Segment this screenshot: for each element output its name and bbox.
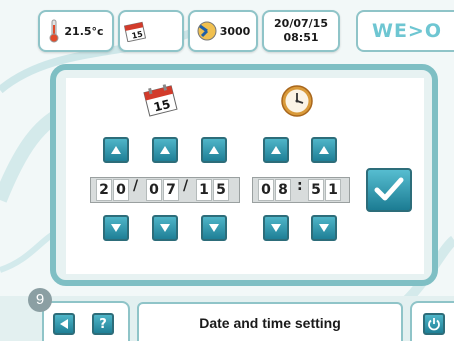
arrow-up-icon	[319, 146, 329, 154]
checkmark-icon	[374, 177, 404, 201]
time-digit: 5	[308, 179, 324, 201]
page-number-badge: 9	[28, 288, 52, 312]
power-value: 3000	[219, 24, 251, 38]
day-down-button[interactable]	[103, 215, 129, 241]
date-digit: 0	[113, 179, 129, 201]
date-digit: 7	[163, 179, 179, 201]
hour-down-button[interactable]	[263, 215, 289, 241]
time-separator: :	[297, 178, 303, 194]
power-display[interactable]: 3000	[188, 10, 258, 52]
thermometer-icon	[49, 19, 59, 43]
year-up-button[interactable]	[201, 137, 227, 163]
arrow-up-icon	[271, 146, 281, 154]
header-time: 08:51	[283, 31, 319, 44]
logo-text: WE>O	[371, 20, 442, 42]
header-date: 20/07/15	[274, 17, 328, 30]
date-digit: 2	[96, 179, 112, 201]
date-separator: /	[183, 178, 189, 194]
year-down-button[interactable]	[201, 215, 227, 241]
arrow-up-icon	[111, 146, 121, 154]
time-digit: 8	[275, 179, 291, 201]
minute-up-button[interactable]	[311, 137, 337, 163]
month-down-button[interactable]	[152, 215, 178, 241]
calendar-button[interactable]: 15	[118, 10, 184, 52]
screen-title: Date and time setting	[199, 314, 341, 331]
power-meter-icon	[197, 21, 217, 41]
arrow-up-icon	[209, 146, 219, 154]
arrow-down-icon	[271, 224, 281, 232]
date-digit: 5	[213, 179, 229, 201]
arrow-down-icon	[209, 224, 219, 232]
time-digit: 1	[325, 179, 341, 201]
arrow-down-icon	[111, 224, 121, 232]
date-digit: 1	[196, 179, 212, 201]
logo: WE>O	[356, 10, 454, 52]
power-icon	[428, 318, 440, 331]
clock-icon	[281, 85, 313, 117]
hour-up-button[interactable]	[263, 137, 289, 163]
power-off-button[interactable]	[423, 313, 445, 335]
minute-down-button[interactable]	[311, 215, 337, 241]
time-digit: 0	[258, 179, 274, 201]
help-button[interactable]: ?	[92, 313, 114, 335]
screen-title-bar: Date and time setting	[137, 302, 403, 341]
calendar-icon: 15	[124, 21, 146, 42]
arrow-up-icon	[160, 146, 170, 154]
datetime-display[interactable]: 20/07/15 08:51	[262, 10, 340, 52]
date-digit: 0	[146, 179, 162, 201]
temperature-value: 21.5°c	[64, 24, 104, 38]
day-up-button[interactable]	[103, 137, 129, 163]
month-up-button[interactable]	[152, 137, 178, 163]
date-calendar-icon: 15	[143, 84, 178, 117]
arrow-down-icon	[160, 224, 170, 232]
date-separator: /	[133, 178, 139, 194]
help-label: ?	[99, 316, 107, 332]
screen: 21.5°c 15 3000 20/07/15 08:51 WE>O 15 2 …	[0, 0, 454, 341]
arrow-down-icon	[319, 224, 329, 232]
temperature-display[interactable]: 21.5°c	[38, 10, 114, 52]
arrow-left-icon	[60, 319, 68, 329]
back-button[interactable]	[53, 313, 75, 335]
date-calendar-day: 15	[152, 97, 172, 115]
confirm-button[interactable]	[366, 168, 412, 212]
